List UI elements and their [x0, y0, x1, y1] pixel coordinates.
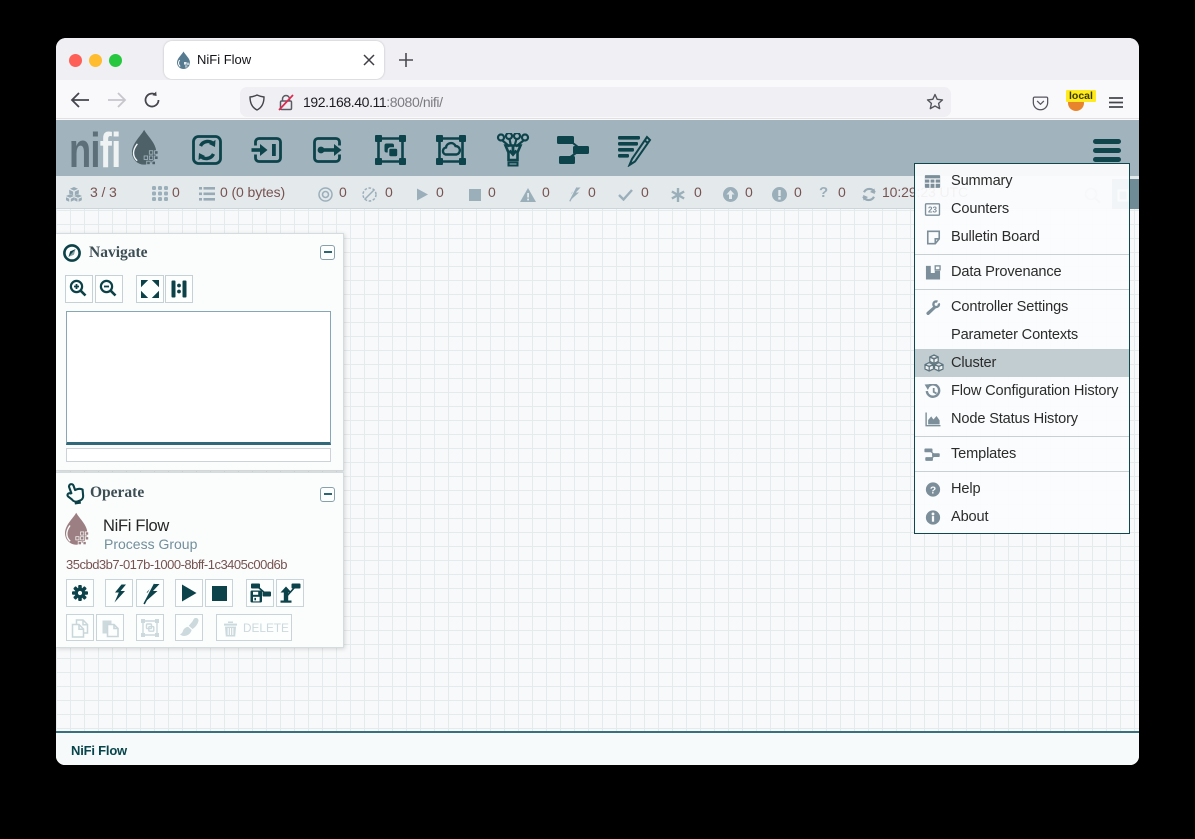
- svg-text:?: ?: [930, 485, 936, 496]
- svg-text:23: 23: [928, 205, 937, 214]
